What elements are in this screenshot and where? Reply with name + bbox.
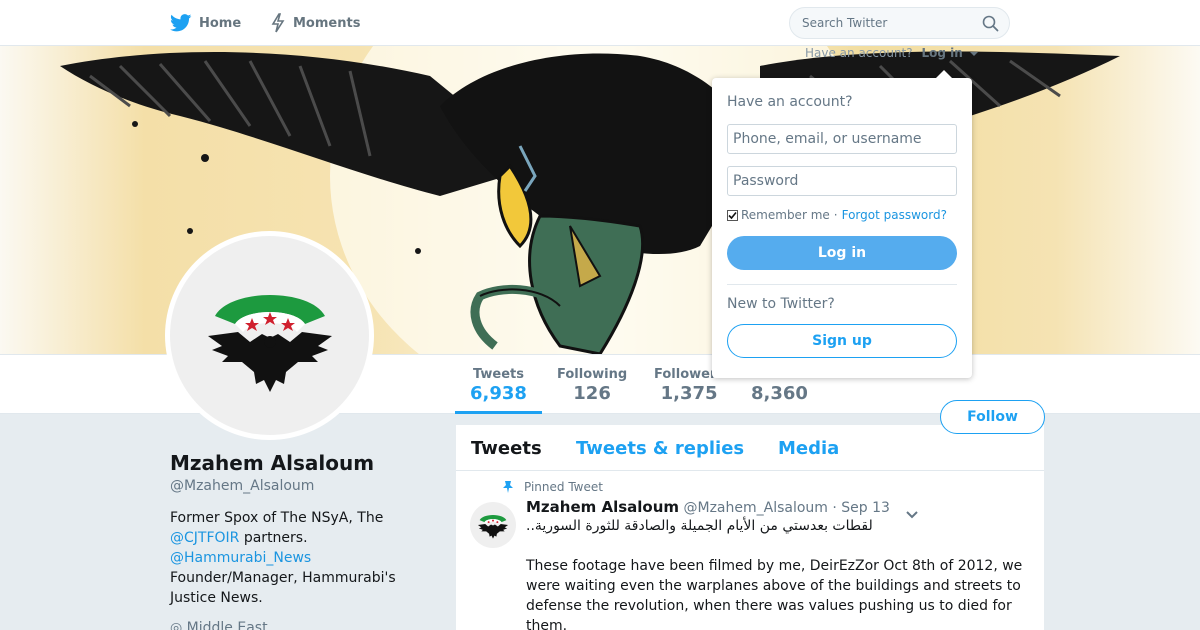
- location-icon: ◎: [170, 620, 183, 630]
- login-button[interactable]: Log in: [727, 236, 957, 270]
- nav-home[interactable]: Home: [170, 0, 241, 46]
- active-stat-underline: [455, 411, 542, 414]
- stat-value: 1,375: [660, 383, 718, 404]
- tweet-arabic-line: لقطات بعدستي من الأيام الجميلة والصادقة …: [526, 518, 873, 534]
- bio-text: partners.: [243, 530, 308, 546]
- nav-moments-label: Moments: [293, 15, 361, 31]
- signup-button[interactable]: Sign up: [727, 324, 957, 358]
- pinned-text: Pinned Tweet: [524, 480, 603, 494]
- dropdown-title: Have an account?: [727, 94, 853, 110]
- lightning-icon: [270, 13, 286, 33]
- caret-down-icon[interactable]: [969, 51, 978, 56]
- profile-bio: Former Spox of The NSyA, The @CJTFOIR pa…: [170, 508, 420, 608]
- search-icon[interactable]: [982, 15, 999, 36]
- dropdown-arrow: [936, 70, 952, 78]
- stat-label: Following: [557, 367, 628, 382]
- nav-home-label: Home: [199, 15, 242, 31]
- avatar[interactable]: [165, 231, 374, 440]
- tab-media[interactable]: Media: [778, 438, 839, 459]
- stat-value: 6,938: [470, 383, 527, 404]
- profile-name[interactable]: Mzahem Alsaloum: [170, 451, 374, 475]
- checkbox-icon[interactable]: [727, 209, 738, 221]
- bio-text: Former Spox of The NSyA, The: [170, 510, 384, 526]
- tab-tweets-replies[interactable]: Tweets & replies: [576, 438, 744, 459]
- remember-label[interactable]: Remember me: [741, 208, 830, 222]
- account-bar: Have an account? Log in: [805, 46, 978, 60]
- username-field[interactable]: [727, 124, 957, 154]
- bio-link-hammurabi[interactable]: @Hammurabi_News: [170, 550, 311, 566]
- tweet-date[interactable]: · Sep 13: [832, 500, 890, 516]
- eagle-flag-logo: [207, 294, 332, 392]
- bio-link-cjtfoir[interactable]: @CJTFOIR: [170, 530, 239, 546]
- tweet-author-handle[interactable]: @Mzahem_Alsaloum: [684, 500, 828, 516]
- stat-following[interactable]: Following 126: [557, 367, 627, 404]
- top-navigation: Home Moments: [0, 0, 1200, 46]
- pin-icon: [502, 480, 514, 494]
- stat-value: 126: [573, 383, 611, 404]
- stat-value: 8,360: [751, 383, 808, 404]
- password-field[interactable]: [727, 166, 957, 196]
- tab-tweets[interactable]: Tweets: [471, 438, 542, 459]
- follow-button[interactable]: Follow: [940, 400, 1045, 434]
- remember-row: Remember me · Forgot password?: [727, 208, 947, 222]
- avatar-image: [170, 236, 369, 435]
- twitter-bird-icon: [170, 14, 192, 32]
- login-dropdown: Have an account? Remember me · Forgot pa…: [712, 70, 972, 378]
- location-text: Middle East: [186, 620, 268, 630]
- bio-text: Founder/Manager, Hammurabi's Justice New…: [170, 570, 396, 606]
- eagle-flag-logo: [477, 515, 509, 539]
- account-bar-login[interactable]: Log in: [921, 46, 962, 60]
- nav-moments[interactable]: Moments: [270, 0, 360, 46]
- pinned-label: Pinned Tweet: [502, 480, 603, 494]
- stat-tweets[interactable]: Tweets 6,938: [470, 367, 527, 404]
- search-input[interactable]: [802, 16, 972, 30]
- new-to-twitter-label: New to Twitter?: [727, 296, 835, 312]
- tweet-text: These footage have been filmed by me, De…: [526, 558, 1023, 630]
- divider: [727, 284, 957, 285]
- stat-label: Tweets: [472, 367, 524, 382]
- separator-dot: ·: [833, 208, 838, 222]
- profile-location: ◎ Middle East: [170, 620, 268, 630]
- search-box: [789, 7, 1010, 39]
- timeline: Tweets Tweets & replies Media Pinned Twe…: [456, 425, 1044, 630]
- tweet-avatar[interactable]: [470, 502, 516, 548]
- tweet-header: Mzahem Alsaloum @Mzahem_Alsaloum · Sep 1…: [526, 498, 890, 516]
- account-bar-prompt: Have an account?: [805, 46, 913, 60]
- chevron-down-icon[interactable]: [905, 505, 919, 524]
- profile-handle[interactable]: @Mzahem_Alsaloum: [170, 478, 314, 494]
- tweet-author-name[interactable]: Mzahem Alsaloum: [526, 498, 679, 516]
- forgot-password-link[interactable]: Forgot password?: [842, 208, 947, 222]
